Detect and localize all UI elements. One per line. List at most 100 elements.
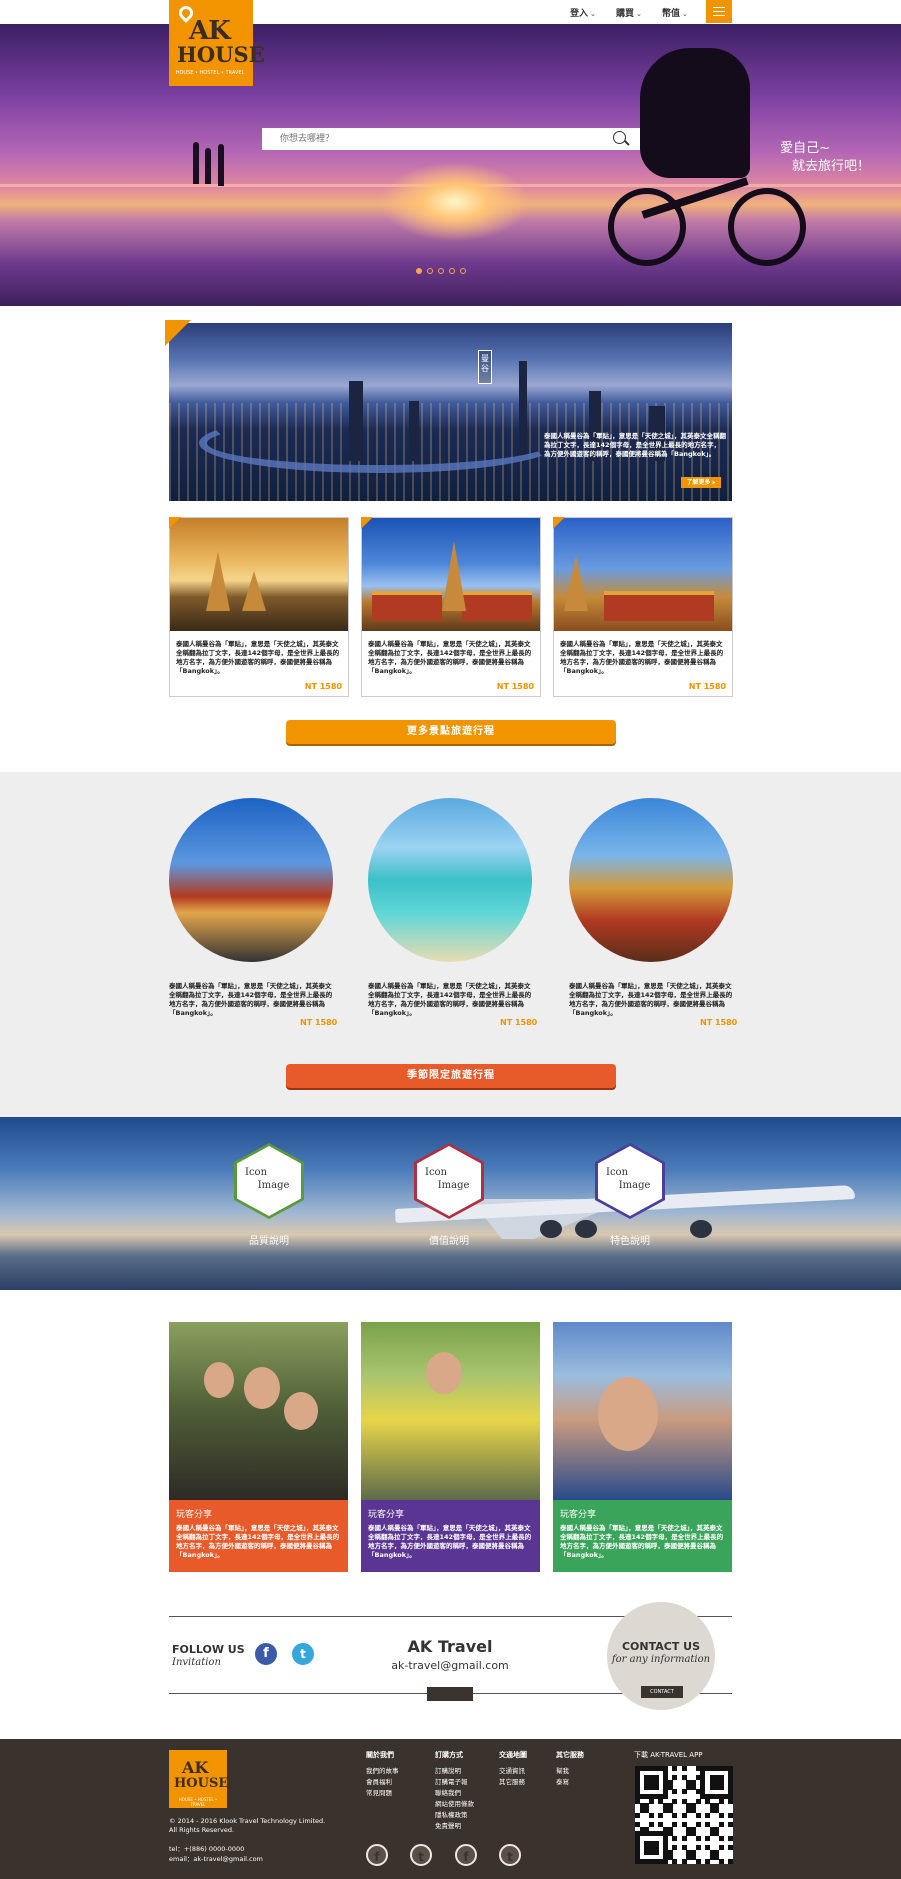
seasonal-description: 泰國人稱曼谷為「軍貼」，意思是「天使之城」，其英泰文全稱翻為拉丁文字，長達142…: [569, 982, 733, 1017]
search-input[interactable]: [262, 128, 602, 150]
footer-column-title: 關於我們: [366, 1751, 394, 1759]
footer-link[interactable]: 會員福利: [366, 1777, 399, 1788]
hamburger-icon[interactable]: [706, 0, 732, 23]
twitter-icon[interactable]: t: [410, 1844, 432, 1866]
footer-link[interactable]: 網站使用條款: [435, 1799, 474, 1810]
share-photo: [361, 1322, 540, 1500]
seasonal-price: NT 1580: [500, 1018, 538, 1027]
divider-tab: [427, 1687, 473, 1701]
site-logo[interactable]: AK HOUSE HOUSE • HOSTEL • TRAVEL: [169, 0, 265, 86]
seasonal-image[interactable]: [368, 798, 532, 962]
share-title: 玩客分享: [560, 1510, 597, 1520]
footer-link[interactable]: 泰寫: [556, 1777, 584, 1788]
tour-image: [362, 518, 540, 631]
share-card[interactable]: 玩客分享 泰國人稱曼谷為「軍貼」，意思是「天使之城」，其英泰文全稱翻為拉丁文字，…: [361, 1322, 540, 1572]
seasonal-price: NT 1580: [300, 1018, 338, 1027]
logo-tagline: HOUSE • HOSTEL • TRAVEL: [178, 1797, 218, 1807]
tour-description: 泰國人稱曼谷為「軍貼」，意思是「天使之城」，其英泰文全稱翻為拉丁文字，長達142…: [560, 640, 724, 675]
facebook-icon[interactable]: f: [455, 1844, 477, 1866]
facebook-icon[interactable]: f: [366, 1844, 388, 1866]
seasonal-tours-button[interactable]: 季節限定旅遊行程: [286, 1064, 616, 1088]
seasonal-image[interactable]: [169, 798, 333, 962]
facebook-icon[interactable]: f: [255, 1643, 277, 1665]
footer-column-order: 訂購方式 訂購說明 訂購電子報 聯絡我們 網站使用條款 隱私權政策 免責聲明: [435, 1750, 474, 1832]
hero-silhouette: [193, 142, 199, 184]
footer-link[interactable]: 常見問題: [366, 1788, 399, 1799]
hero-bike-wheel: [608, 188, 686, 266]
footer-column-title: 交通地圖: [499, 1751, 527, 1759]
copyright-text: © 2014 - 2016 Klook Travel Technology Li…: [169, 1817, 326, 1834]
nav-login[interactable]: 登入 ⌄: [570, 6, 596, 19]
qr-code-icon[interactable]: [635, 1766, 734, 1865]
hero-slogan: 愛自己~ 就去旅行吧！: [760, 140, 870, 176]
footer-column-title: 訂購方式: [435, 1751, 463, 1759]
footer-link[interactable]: 其它服務: [499, 1777, 527, 1788]
corner-tag: [553, 517, 565, 529]
twitter-icon[interactable]: t: [499, 1844, 521, 1866]
corner-tag: [169, 517, 181, 529]
share-card[interactable]: 玩客分享 泰國人稱曼谷為「軍貼」，意思是「天使之城」，其英泰文全稱翻為拉丁文字，…: [169, 1322, 348, 1572]
hero-bike-wheel: [728, 188, 806, 266]
search-icon[interactable]: [613, 131, 626, 144]
contact-button[interactable]: CONTACT: [641, 1686, 683, 1698]
invitation-label: Invitation: [172, 1657, 221, 1668]
plane-engine: [575, 1220, 597, 1238]
icon-image-placeholder: Icon Image: [598, 1146, 662, 1216]
tour-price: NT 1580: [688, 682, 726, 691]
tour-card[interactable]: 泰國人稱曼谷為「軍貼」，意思是「天使之城」，其英泰文全稱翻為拉丁文字，長達142…: [361, 517, 541, 697]
carousel-dot[interactable]: [449, 268, 455, 274]
footer-link[interactable]: 訂購說明: [435, 1766, 474, 1777]
footer-link[interactable]: 我們的故事: [366, 1766, 399, 1777]
hero-silhouette: [218, 144, 224, 186]
footer-link[interactable]: 交通資訊: [499, 1766, 527, 1777]
carousel-dot[interactable]: [438, 268, 444, 274]
footer-email[interactable]: email：ak-travel@gmail.com: [169, 1853, 263, 1863]
footer-column-title: 其它服務: [556, 1751, 584, 1759]
nav-currency-label: 幣值: [662, 9, 681, 19]
feature-description: 泰國人稱曼谷為「軍貼」，意思是「天使之城」，其英泰文全稱翻為拉丁文字，長達142…: [544, 432, 726, 458]
footer-column-about: 關於我們 我們的故事 會員福利 常見問題: [366, 1750, 399, 1799]
more-tours-button[interactable]: 更多景點旅遊行程: [286, 720, 616, 744]
nav-currency[interactable]: 幣值 ⌄: [662, 6, 688, 19]
logo-tagline: HOUSE • HOSTEL • TRAVEL: [175, 70, 245, 76]
share-title: 玩客分享: [368, 1510, 405, 1520]
seasonal-image[interactable]: [569, 798, 733, 962]
icon-image-placeholder: Icon Image: [237, 1146, 301, 1216]
footer-link[interactable]: 隱私權政策: [435, 1810, 474, 1821]
feature-banner-bangkok[interactable]: [169, 323, 732, 501]
chevron-down-icon: ⌄: [636, 10, 642, 18]
contact-title: CONTACT US: [621, 1640, 701, 1653]
seasonal-description: 泰國人稱曼谷為「軍貼」，意思是「天使之城」，其英泰文全稱翻為拉丁文字，長達142…: [169, 982, 333, 1017]
share-card[interactable]: 玩客分享 泰國人稱曼谷為「軍貼」，意思是「天使之城」，其英泰文全稱翻為拉丁文字，…: [553, 1322, 732, 1572]
footer-link[interactable]: 免責聲明: [435, 1821, 474, 1832]
share-info: 玩客分享 泰國人稱曼谷為「軍貼」，意思是「天使之城」，其英泰文全稱翻為拉丁文字，…: [553, 1500, 732, 1572]
nav-purchase[interactable]: 購買 ⌄: [616, 6, 642, 19]
carousel-dots: [416, 268, 466, 274]
share-description: 泰國人稱曼谷為「軍貼」，意思是「天使之城」，其英泰文全稱翻為拉丁文字，長達142…: [560, 1524, 724, 1559]
chevron-down-icon: ⌄: [682, 10, 688, 18]
top-nav: 登入 ⌄ 購買 ⌄ 幣值 ⌄: [0, 0, 901, 24]
carousel-dot[interactable]: [460, 268, 466, 274]
plane-engine: [540, 1220, 562, 1238]
footer-link[interactable]: 訂購電子報: [435, 1777, 474, 1788]
tour-price: NT 1580: [496, 682, 534, 691]
seasonal-price: NT 1580: [700, 1018, 738, 1027]
logo-text-ak: AK: [182, 1758, 209, 1777]
twitter-icon[interactable]: t: [292, 1643, 314, 1665]
carousel-dot[interactable]: [416, 268, 422, 274]
footer-logo[interactable]: AK HOUSE HOUSE • HOSTEL • TRAVEL: [169, 1750, 228, 1808]
tour-card[interactable]: 泰國人稱曼谷為「軍貼」，意思是「天使之城」，其英泰文全稱翻為拉丁文字，長達142…: [169, 517, 349, 697]
app-download-title: 下載 AK-TRAVEL APP: [634, 1751, 703, 1759]
footer-link[interactable]: 聯絡我們: [435, 1788, 474, 1799]
tour-card[interactable]: 泰國人稱曼谷為「軍貼」，意思是「天使之城」，其英泰文全稱翻為拉丁文字，長達142…: [553, 517, 733, 697]
footer-link[interactable]: 幫我: [556, 1766, 584, 1777]
carousel-dot[interactable]: [427, 268, 433, 274]
brand-name: AK Travel: [407, 1637, 493, 1656]
tour-description: 泰國人稱曼谷為「軍貼」，意思是「天使之城」，其英泰文全稱翻為拉丁文字，長達142…: [176, 640, 340, 675]
hero-slogan-line1: 愛自己~: [780, 141, 830, 156]
hero-slogan-line2: 就去旅行吧！: [791, 159, 870, 174]
city-river: [199, 413, 559, 473]
feature-more-button[interactable]: 了解更多 ▸: [681, 477, 721, 488]
brand-email[interactable]: ak-travel@gmail.com: [369, 1659, 531, 1672]
icon-image-placeholder: Icon Image: [417, 1146, 481, 1216]
